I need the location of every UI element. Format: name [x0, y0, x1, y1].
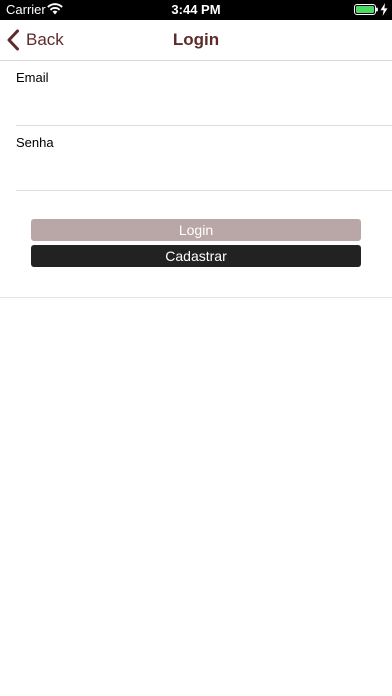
senha-field[interactable] [16, 156, 376, 182]
battery-icon [354, 4, 378, 15]
back-chevron-icon [7, 29, 19, 51]
email-label: Email [16, 70, 49, 85]
charging-bolt-icon [380, 3, 388, 16]
status-time: 3:44 PM [171, 2, 221, 17]
back-button[interactable]: Back [6, 20, 64, 60]
status-bar: Carrier 3:44 PM [0, 0, 392, 20]
senha-field-row: Senha [16, 126, 392, 191]
cadastrar-button[interactable]: Cadastrar [31, 245, 361, 267]
back-label: Back [26, 30, 64, 49]
login-button[interactable]: Login [31, 219, 361, 241]
email-field[interactable] [16, 91, 376, 117]
email-field-row: Email [16, 61, 392, 126]
divider [0, 297, 392, 298]
navigation-bar: Back Login [0, 20, 392, 61]
senha-label: Senha [16, 135, 54, 150]
